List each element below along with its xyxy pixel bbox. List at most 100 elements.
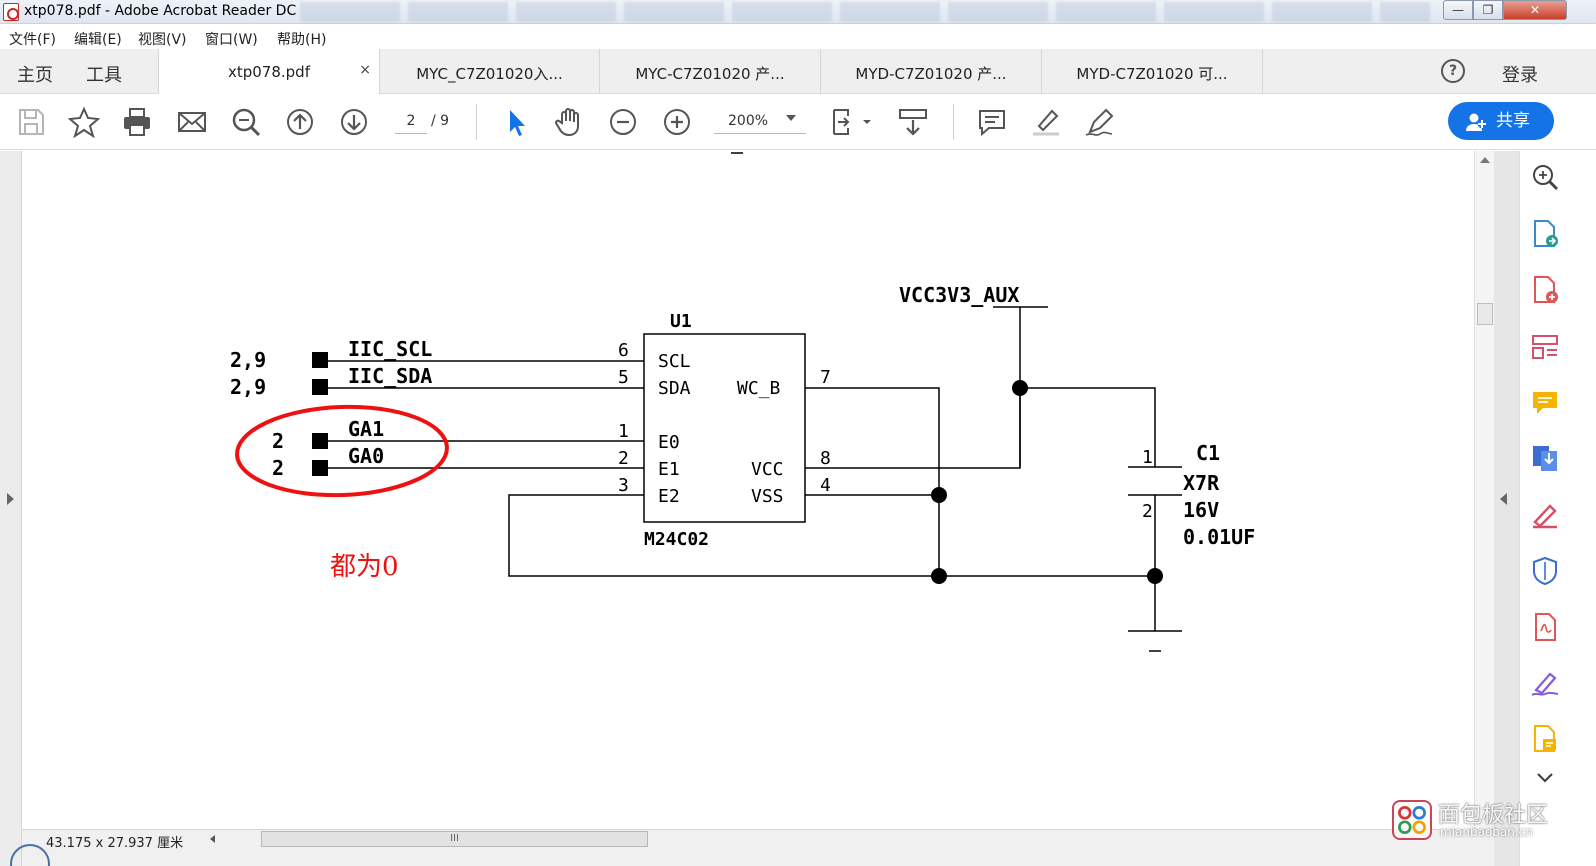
close-window-button[interactable]: ✕ [1503,0,1567,20]
tab-home[interactable]: 主页 [17,61,53,87]
page-up-icon[interactable] [284,106,316,138]
share-file-icon[interactable] [1530,724,1560,754]
toolbar-divider [476,104,477,140]
net-label: IIC_SCL [348,337,432,361]
bookmark-star-icon[interactable] [68,106,100,138]
tab-document[interactable]: MYC-C7Z01020 产... [600,49,821,94]
capacitor-pin: 1 [1142,447,1153,468]
horizontal-scroll-thumb[interactable]: III [261,831,648,847]
expand-left-panel-icon[interactable] [7,493,14,505]
page-number-input[interactable]: 2 [395,110,427,134]
scroll-mode-icon[interactable] [897,106,929,138]
print-icon[interactable] [121,106,153,138]
ic-pin-number: 6 [618,340,629,361]
tab-document[interactable]: MYD-C7Z01020 可... [1042,49,1263,94]
page-total: / 9 [431,113,450,129]
pdf-page: VCC3V3_AUX U1 M24C02 SCL SDA E0 E1 E2 WC… [22,151,1474,829]
capacitor-voltage: 16V [1183,498,1219,522]
tab-document-label: xtp078.pdf [227,63,310,81]
ic-pin-number: 8 [820,448,831,469]
toolbar: 2 / 9 200% 共享 [0,94,1596,150]
sign-icon[interactable] [1084,106,1116,138]
send-file-icon[interactable] [1530,443,1560,473]
scroll-thumb[interactable] [1477,303,1493,325]
help-icon[interactable]: ? [1441,59,1465,83]
menu-file[interactable]: 文件(F) [9,29,56,49]
acrobat-app-icon [3,3,19,21]
menu-window[interactable]: 窗口(W) [205,29,258,49]
junction-dot [931,568,947,584]
ic-pin-name: E2 [658,486,680,507]
wire-e2-ground [508,494,1155,577]
watermark: 面包板社区 mianbaoban.cn [1392,797,1596,845]
organize-pages-icon[interactable] [1530,332,1560,362]
right-tools-rail [1519,151,1596,866]
page-down-icon[interactable] [338,106,370,138]
tab-document-label: MYC-C7Z01020 产... [635,65,785,83]
ic-part-label: M24C02 [644,529,709,550]
net-label: IIC_SDA [348,364,432,388]
port-marker [312,433,328,449]
create-pdf-icon[interactable] [1530,275,1560,305]
highlight-icon[interactable] [1030,106,1062,138]
share-button[interactable]: 共享 [1448,102,1554,140]
select-cursor-icon[interactable] [500,106,532,138]
scroll-left-icon[interactable] [210,835,215,843]
schematic-drawing: VCC3V3_AUX U1 M24C02 SCL SDA E0 E1 E2 WC… [230,152,1255,652]
comment-icon[interactable] [976,106,1008,138]
comment-tool-icon[interactable] [1530,388,1560,418]
port-ref: 2,9 [230,375,266,399]
ic-pin-name: E0 [658,432,680,453]
capacitor-ref: C1 [1196,441,1220,465]
tab-tools[interactable]: 工具 [86,61,122,87]
ic-pin-name: WC_B [737,378,780,399]
add-user-icon [1466,113,1486,131]
ic-pin-number: 1 [618,421,629,442]
ic-pin-name: E1 [658,459,680,480]
hand-tool-icon[interactable] [553,106,585,138]
port-ref: 2,9 [230,348,266,372]
annotation-text: 都为0 [330,552,399,582]
close-tab-icon[interactable]: × [359,62,371,78]
chevron-down-icon[interactable] [786,115,796,121]
zoom-search-icon[interactable] [1530,162,1560,192]
pdf-file-icon[interactable] [1530,612,1560,642]
junction-dot [1012,380,1028,396]
zoom-in-icon[interactable] [661,106,693,138]
tab-bar: 主页 工具 xtp078.pdf × MYC_C7Z01020入... MYC-… [0,49,1596,95]
fit-page-icon[interactable] [828,106,874,138]
signature-icon[interactable] [1530,668,1560,698]
save-icon[interactable] [15,106,47,138]
search-icon[interactable] [230,106,262,138]
menu-edit[interactable]: 编辑(E) [74,29,122,49]
menu-view[interactable]: 视图(V) [138,29,187,49]
background-taskbar-tabs [300,2,1430,22]
maximize-button[interactable]: ❐ [1473,0,1503,20]
net-label: GA0 [348,444,384,468]
login-link[interactable]: 登录 [1502,61,1538,87]
scroll-up-icon[interactable] [1480,157,1490,163]
zoom-level-value: 200% [728,113,769,129]
vertical-scrollbar[interactable] [1474,151,1494,829]
zoom-level-select[interactable]: 200% [714,110,806,134]
menu-bar: 文件(F) 编辑(E) 视图(V) 窗口(W) 帮助(H) [0,25,1596,49]
menu-help[interactable]: 帮助(H) [277,29,326,49]
fill-sign-icon[interactable] [1530,500,1560,530]
email-icon[interactable] [176,106,208,138]
collapse-right-panel-icon[interactable] [1500,493,1507,505]
minimize-button[interactable]: — [1443,0,1473,20]
export-pdf-icon[interactable] [1530,219,1560,249]
wire-vcc [805,388,1021,469]
expand-more-icon[interactable] [1530,763,1560,793]
ic-pin-name: VSS [751,486,784,507]
tab-document-active[interactable]: xtp078.pdf × [158,49,380,95]
protect-icon[interactable] [1530,556,1560,586]
junction-dot [931,487,947,503]
tab-document[interactable]: MYC_C7Z01020入... [380,49,600,94]
port-ref: 2 [272,429,284,453]
tab-document[interactable]: MYD-C7Z01020 产... [821,49,1042,94]
highlight-ellipse [235,404,449,498]
capacitor-value: 0.01UF [1183,525,1255,549]
ic-pin-number: 5 [618,367,629,388]
zoom-out-icon[interactable] [607,106,639,138]
